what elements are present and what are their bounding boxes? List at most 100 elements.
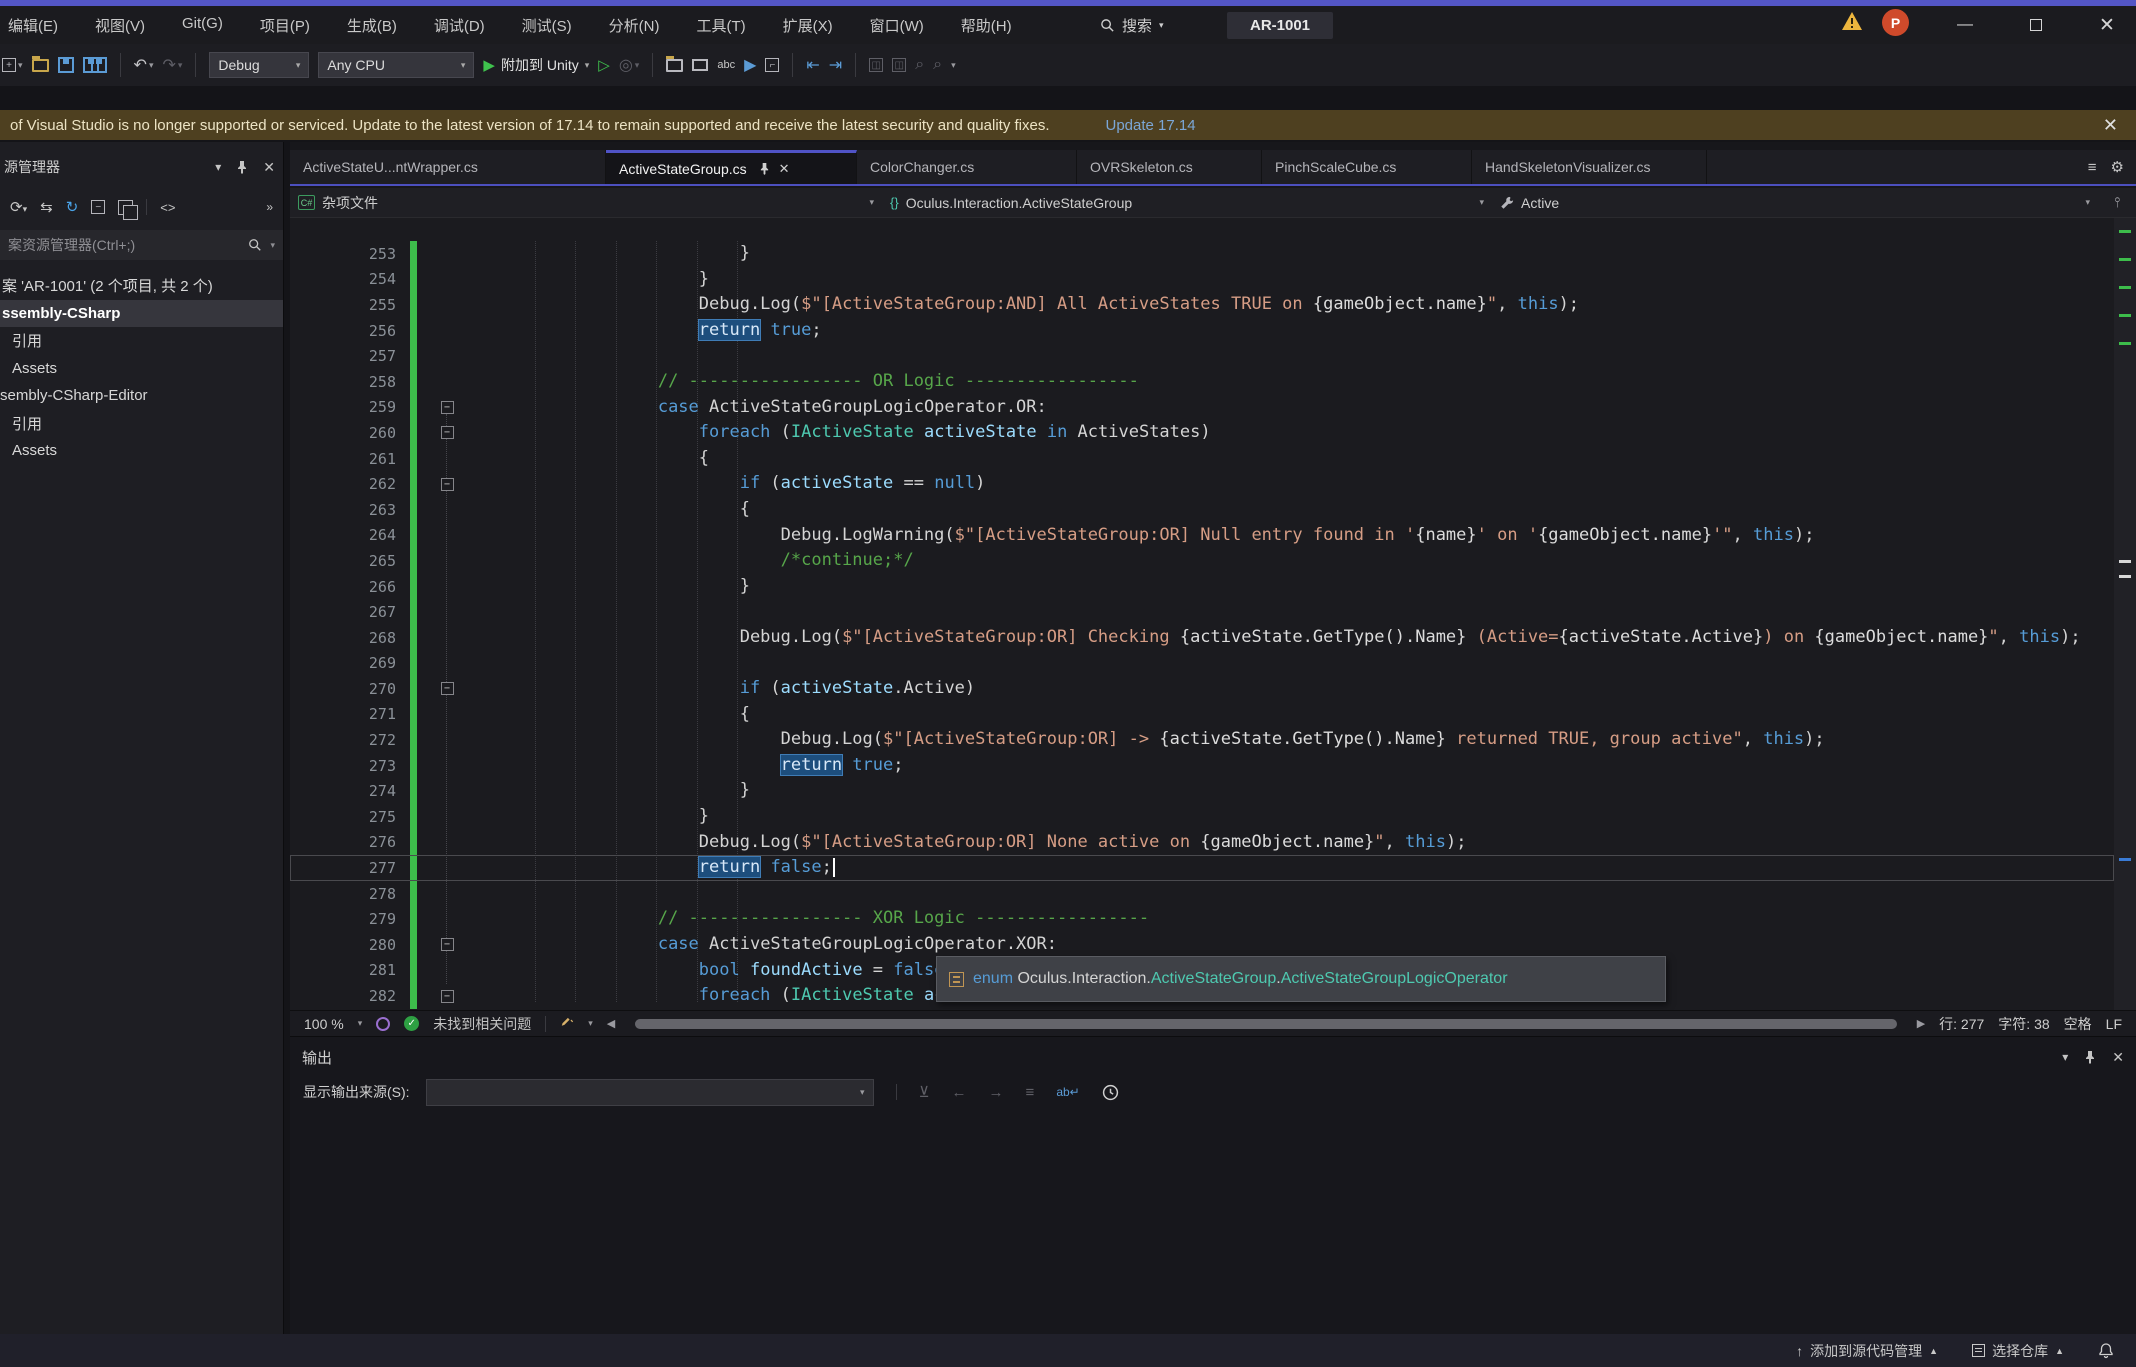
- add-to-source-control-button[interactable]: ↑ 添加到源代码管理 ▲: [1796, 1341, 1938, 1361]
- find-next-icon[interactable]: ◫: [892, 58, 906, 72]
- add-item-icon[interactable]: [666, 59, 683, 72]
- clear-all-icon[interactable]: ≡: [1026, 1084, 1035, 1101]
- preview-icon[interactable]: [118, 200, 133, 215]
- editor-scrollbar[interactable]: [2114, 218, 2136, 1010]
- split-window-icon[interactable]: ⫯: [2098, 194, 2136, 211]
- tree-item[interactable]: ssembly-CSharp: [0, 300, 283, 328]
- tab-colorchanger-cs[interactable]: ColorChanger.cs: [857, 150, 1077, 184]
- fold-margin[interactable]: −: [438, 426, 456, 439]
- tab-pinchscalecube-cs[interactable]: PinchScaleCube.cs: [1262, 150, 1472, 184]
- timestamp-icon[interactable]: [1102, 1084, 1119, 1101]
- zoom-level[interactable]: 100 %: [304, 1016, 344, 1032]
- output-source-dropdown[interactable]: ▾: [426, 1079, 874, 1106]
- navigate-icon[interactable]: ⌐: [765, 58, 779, 72]
- code-line-264[interactable]: 264 Debug.LogWarning($"[ActiveStateGroup…: [290, 523, 2114, 549]
- code-line-277[interactable]: 277 return false;: [290, 855, 2114, 881]
- code-line-257[interactable]: 257: [290, 343, 2114, 369]
- update-link[interactable]: Update 17.14: [1106, 117, 1196, 134]
- find-message-icon[interactable]: ⊻: [919, 1083, 930, 1101]
- scroll-right-icon[interactable]: ▶: [1917, 1017, 1925, 1030]
- code-line-265[interactable]: 265 /*continue;*/: [290, 548, 2114, 574]
- code-line-273[interactable]: 273 return true;: [290, 753, 2114, 779]
- breadcrumb-project[interactable]: C# 杂项文件 ▾: [290, 188, 882, 217]
- platform-dropdown[interactable]: Any CPU▾: [318, 52, 474, 78]
- fold-margin[interactable]: −: [438, 938, 456, 951]
- pin-icon[interactable]: [759, 162, 770, 175]
- code-line-270[interactable]: 270− if (activeState.Active): [290, 676, 2114, 702]
- code-line-253[interactable]: 253 }: [290, 241, 2114, 267]
- notifications-bell-icon[interactable]: [2098, 1342, 2114, 1359]
- live-share-icon[interactable]: [376, 1017, 390, 1031]
- tree-item[interactable]: sembly-CSharp-Editor: [0, 382, 283, 410]
- code-editor[interactable]: 253 }254 }255 Debug.Log($"[ActiveStateGr…: [290, 218, 2136, 1010]
- project-badge[interactable]: AR-1001: [1227, 12, 1333, 39]
- code-line-263[interactable]: 263 {: [290, 497, 2114, 523]
- menu-item[interactable]: 分析(N): [609, 15, 660, 36]
- collapse-region-icon[interactable]: −: [441, 682, 454, 695]
- fold-margin[interactable]: −: [438, 401, 456, 414]
- menu-item[interactable]: 视图(V): [95, 15, 145, 36]
- menu-item[interactable]: 项目(P): [260, 15, 310, 36]
- code-line-262[interactable]: 262− if (activeState == null): [290, 471, 2114, 497]
- code-line-261[interactable]: 261 {: [290, 446, 2114, 472]
- tab-ovrskeleton-cs[interactable]: OVRSkeleton.cs: [1077, 150, 1262, 184]
- scroll-left-icon[interactable]: ◀: [607, 1017, 615, 1030]
- zoom-caret-icon[interactable]: ▾: [358, 1018, 363, 1029]
- panel-close-icon[interactable]: ✕: [263, 159, 275, 176]
- maximize-button[interactable]: [2013, 6, 2059, 44]
- redo-button[interactable]: ↷▾: [162, 55, 182, 75]
- code-line-275[interactable]: 275 }: [290, 804, 2114, 830]
- attach-to-unity-button[interactable]: ▶ 附加到 Unity ▾: [483, 55, 589, 75]
- notification-close-icon[interactable]: ✕: [2103, 115, 2126, 136]
- toolbar-overflow-icon[interactable]: ▾: [951, 60, 956, 71]
- tab-handskeletonvisualizer-cs[interactable]: HandSkeletonVisualizer.cs: [1472, 150, 1707, 184]
- word-wrap-icon[interactable]: ab↵: [1056, 1085, 1079, 1099]
- menu-item[interactable]: 测试(S): [522, 15, 572, 36]
- panel-close-icon[interactable]: ✕: [2112, 1049, 2124, 1066]
- code-line-266[interactable]: 266 }: [290, 574, 2114, 600]
- tree-item[interactable]: 引用: [0, 327, 283, 355]
- eol-mode[interactable]: LF: [2106, 1016, 2122, 1032]
- code-line-269[interactable]: 269: [290, 651, 2114, 677]
- view-code-icon[interactable]: <>: [160, 200, 175, 215]
- breadcrumb-member[interactable]: Active ▾: [1492, 188, 2098, 217]
- tab-activestateu-ntwrapper-cs[interactable]: ActiveStateU...ntWrapper.cs: [290, 150, 606, 184]
- code-line-260[interactable]: 260− foreach (IActiveState activeState i…: [290, 420, 2114, 446]
- avatar[interactable]: P: [1882, 9, 1909, 36]
- code-line-268[interactable]: 268 Debug.Log($"[ActiveStateGroup:OR] Ch…: [290, 625, 2114, 651]
- code-line-274[interactable]: 274 }: [290, 778, 2114, 804]
- save-all-button[interactable]: [83, 57, 107, 73]
- code-line-276[interactable]: 276 Debug.Log($"[ActiveStateGroup:OR] No…: [290, 830, 2114, 856]
- collapse-region-icon[interactable]: −: [441, 990, 454, 1003]
- panel-menu-caret-icon[interactable]: ▾: [215, 160, 221, 174]
- code-line-258[interactable]: 258 // ----------------- OR Logic ------…: [290, 369, 2114, 395]
- configuration-dropdown[interactable]: Debug▾: [209, 52, 309, 78]
- start-without-debugging-icon[interactable]: ▷: [598, 56, 610, 74]
- code-line-280[interactable]: 280− case ActiveStateGroupLogicOperator.…: [290, 932, 2114, 958]
- tab-settings-icon[interactable]: ⚙: [2111, 158, 2124, 176]
- menu-item[interactable]: 生成(B): [347, 15, 397, 36]
- fold-margin[interactable]: −: [438, 478, 456, 491]
- pin-icon[interactable]: [2084, 1050, 2096, 1064]
- menu-item[interactable]: 扩展(X): [783, 15, 833, 36]
- health-status[interactable]: 未找到相关问题: [433, 1014, 531, 1034]
- menu-item[interactable]: 调试(D): [434, 15, 485, 36]
- indent-decrease-icon[interactable]: ⇤: [806, 55, 819, 75]
- fold-margin[interactable]: −: [438, 990, 456, 1003]
- menu-item[interactable]: 编辑(E): [8, 15, 58, 36]
- whitespace-mode[interactable]: 空格: [2064, 1014, 2092, 1034]
- window-layout-icon[interactable]: [692, 59, 708, 71]
- pointer-icon[interactable]: ▶: [744, 55, 756, 75]
- code-line-254[interactable]: 254 }: [290, 267, 2114, 293]
- code-line-278[interactable]: 278: [290, 881, 2114, 907]
- menu-item[interactable]: 窗口(W): [870, 15, 924, 36]
- menu-item[interactable]: 帮助(H): [961, 15, 1012, 36]
- collapse-all-icon[interactable]: −: [91, 200, 105, 214]
- menu-item[interactable]: Git(G): [182, 15, 223, 36]
- panel-menu-caret-icon[interactable]: ▾: [2062, 1050, 2068, 1064]
- undo-button[interactable]: ↶▾: [134, 55, 154, 75]
- find-all-icon[interactable]: ⌕: [933, 56, 942, 74]
- code-line-259[interactable]: 259− case ActiveStateGroupLogicOperator.…: [290, 395, 2114, 421]
- tab-close-icon[interactable]: ✕: [779, 161, 790, 177]
- code-line-256[interactable]: 256 return true;: [290, 318, 2114, 344]
